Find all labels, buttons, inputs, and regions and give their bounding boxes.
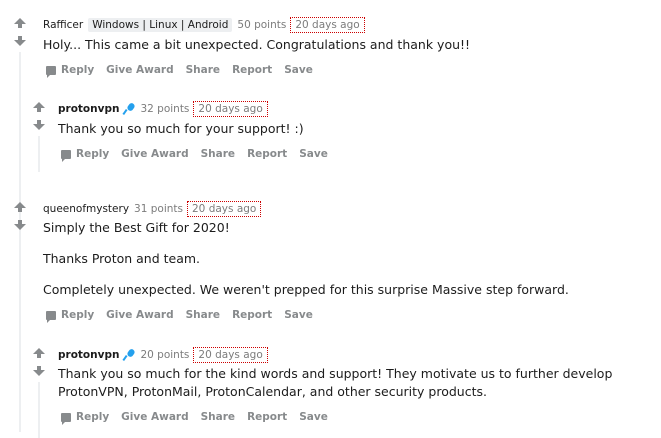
give-award-button[interactable]: Give Award — [121, 148, 188, 160]
share-button[interactable]: Share — [186, 64, 220, 76]
microphone-icon — [123, 103, 135, 115]
author-link[interactable]: protonvpn — [58, 103, 119, 115]
thread-line[interactable] — [38, 136, 40, 172]
author-link[interactable]: protonvpn — [58, 349, 119, 361]
vote-controls — [33, 102, 49, 132]
upvote-icon[interactable] — [33, 348, 45, 358]
report-button[interactable]: Report — [232, 64, 272, 76]
timestamp[interactable]: 20 days ago — [290, 17, 365, 33]
comment-bubble-icon — [61, 412, 71, 425]
upvote-icon[interactable] — [14, 18, 26, 28]
user-flair: Windows | Linux | Android — [88, 18, 233, 32]
downvote-icon[interactable] — [33, 366, 45, 376]
microphone-icon — [123, 349, 135, 361]
comment-text: Thank you so much for the kind words and… — [58, 366, 613, 381]
report-button[interactable]: Report — [247, 148, 287, 160]
comment-actions: Reply Give Award Share Report Save — [61, 148, 340, 162]
comment-text: Thanks Proton and team. — [43, 251, 201, 266]
thread-line[interactable] — [19, 52, 21, 432]
vote-controls — [14, 202, 30, 232]
reply-button[interactable]: Reply — [76, 411, 109, 423]
timestamp[interactable]: 20 days ago — [187, 201, 262, 217]
comment-text: Completely unexpected. We weren't preppe… — [43, 282, 569, 297]
thread-line[interactable] — [38, 382, 40, 438]
save-button[interactable]: Save — [299, 411, 328, 423]
comment-meta: protonvpn 32 points 20 days ago — [58, 101, 268, 117]
comment-bubble-icon — [61, 149, 71, 162]
reply-button[interactable]: Reply — [61, 64, 94, 76]
report-button[interactable]: Report — [232, 309, 272, 321]
downvote-icon[interactable] — [33, 120, 45, 130]
give-award-button[interactable]: Give Award — [106, 309, 173, 321]
points-count: 32 points — [140, 103, 190, 115]
downvote-icon[interactable] — [14, 36, 26, 46]
upvote-icon[interactable] — [33, 102, 45, 112]
share-button[interactable]: Share — [186, 309, 220, 321]
points-count: 50 points — [237, 19, 287, 31]
comment-actions: Reply Give Award Share Report Save — [46, 64, 325, 78]
comment-text: Simply the Best Gift for 2020! — [43, 220, 230, 235]
vote-controls — [33, 348, 49, 378]
comment-actions: Reply Give Award Share Report Save — [61, 411, 340, 425]
give-award-button[interactable]: Give Award — [121, 411, 188, 423]
timestamp[interactable]: 20 days ago — [193, 347, 268, 363]
points-count: 31 points — [134, 203, 183, 215]
comment-meta: Rafficer Windows | Linux | Android 50 po… — [43, 17, 365, 33]
reply-button[interactable]: Reply — [61, 309, 94, 321]
report-button[interactable]: Report — [247, 411, 287, 423]
comment-bubble-icon — [46, 65, 56, 78]
reply-button[interactable]: Reply — [76, 148, 109, 160]
downvote-icon[interactable] — [14, 220, 26, 230]
points-count: 20 points — [140, 349, 190, 361]
give-award-button[interactable]: Give Award — [106, 64, 173, 76]
save-button[interactable]: Save — [284, 64, 313, 76]
save-button[interactable]: Save — [299, 148, 328, 160]
author-link[interactable]: queenofmystery — [43, 203, 129, 215]
comment-actions: Reply Give Award Share Report Save — [46, 309, 325, 323]
author-link[interactable]: Rafficer — [43, 19, 83, 31]
comment-meta: protonvpn 20 points 20 days ago — [58, 347, 268, 363]
upvote-icon[interactable] — [14, 202, 26, 212]
save-button[interactable]: Save — [284, 309, 313, 321]
share-button[interactable]: Share — [201, 148, 235, 160]
comment-text: Thank you so much for your support! :) — [58, 121, 304, 136]
comment-text: ProtonVPN, ProtonMail, ProtonCalendar, a… — [58, 384, 487, 399]
comment-text: Holy... This came a bit unexpected. Cong… — [43, 37, 471, 52]
timestamp[interactable]: 20 days ago — [193, 101, 268, 117]
comment-bubble-icon — [46, 310, 56, 323]
vote-controls — [14, 18, 30, 48]
share-button[interactable]: Share — [201, 411, 235, 423]
comment-meta: queenofmystery 31 points 20 days ago — [43, 201, 262, 217]
